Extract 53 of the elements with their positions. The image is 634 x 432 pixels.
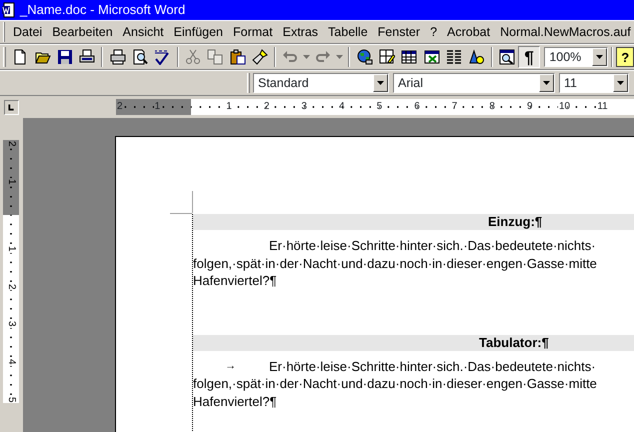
magnifier-window-icon	[498, 49, 515, 65]
caret-icon	[617, 81, 624, 85]
menu-item[interactable]: Ansicht	[118, 21, 169, 43]
undo-icon	[282, 49, 298, 65]
font-size-dropdown[interactable]: 11	[559, 73, 629, 93]
redo-icon	[315, 49, 332, 65]
show-marks-button[interactable]: ¶	[518, 46, 540, 68]
printer-icon	[110, 49, 126, 65]
paintbrush-icon	[252, 49, 268, 65]
document-icon	[1, 2, 17, 18]
body-text-line: folgen,·spät·in·der·Nacht·und·dazu·noch·in·dieser·engen·Gasse·mitte	[193, 254, 597, 272]
new-document-icon	[12, 49, 28, 65]
scissors-icon	[184, 49, 201, 65]
menu-item[interactable]: Datei	[8, 21, 48, 43]
table-pencil-icon	[378, 49, 395, 65]
fax-icon	[79, 49, 96, 65]
menu-item[interactable]: Normal.NewMacros.auf	[495, 21, 634, 43]
columns-icon	[446, 49, 462, 65]
caret-icon	[377, 81, 384, 85]
body-text-line: Hafenviertel?¶	[193, 272, 277, 290]
caret-icon	[596, 55, 604, 59]
body-text-line: Er·hörte·leise·Schritte·hinter·sich.·Das·bedeutete·nichts·	[269, 358, 596, 375]
font-dropdown[interactable]: Arial	[393, 73, 555, 93]
section-heading: Tabulator:¶	[479, 334, 549, 350]
checkmark-icon	[154, 49, 170, 65]
help-button[interactable]: ?	[616, 47, 634, 67]
menu-item[interactable]: Acrobat	[442, 21, 496, 43]
spreadsheet-icon	[424, 49, 440, 65]
zoom-dropdown[interactable]: 100%	[544, 47, 608, 67]
menu-item[interactable]: Einfügen	[168, 21, 228, 43]
copy-icon	[207, 49, 224, 65]
window-title: _Name.doc - Microsoft Word	[20, 1, 186, 19]
table-icon	[401, 49, 418, 65]
menu-item[interactable]: Bearbeiten	[47, 21, 118, 43]
menu-item[interactable]: Tabelle	[323, 21, 373, 43]
body-text-line: folgen,·spät·in·der·Nacht·und·dazu·noch·in·dieser·engen·Gasse·mitte	[193, 375, 597, 392]
section-heading: Einzug:¶	[488, 214, 542, 230]
body-text-line: Hafenviertel?¶	[193, 392, 277, 410]
clipboard-icon	[230, 49, 246, 65]
magnifier-page-icon	[132, 49, 148, 65]
style-dropdown[interactable]: Standard	[253, 73, 389, 93]
menu-item[interactable]: Format	[228, 21, 278, 43]
caret-icon	[336, 55, 344, 59]
globe-link-icon	[356, 49, 372, 65]
tab-mark: →	[225, 358, 237, 374]
menu-item[interactable]: Fenster	[372, 21, 426, 43]
menu-item[interactable]: Extras	[278, 21, 324, 43]
caret-icon	[543, 81, 550, 85]
tab-stop-button[interactable]	[4, 100, 19, 114]
caret-icon	[303, 55, 310, 59]
body-text-line: Er·hörte·leise·Schritte·hinter·sich.·Das·bedeutete·nichts·	[269, 237, 596, 254]
shapes-icon	[468, 49, 484, 65]
menu-item[interactable]: ?	[425, 21, 442, 43]
